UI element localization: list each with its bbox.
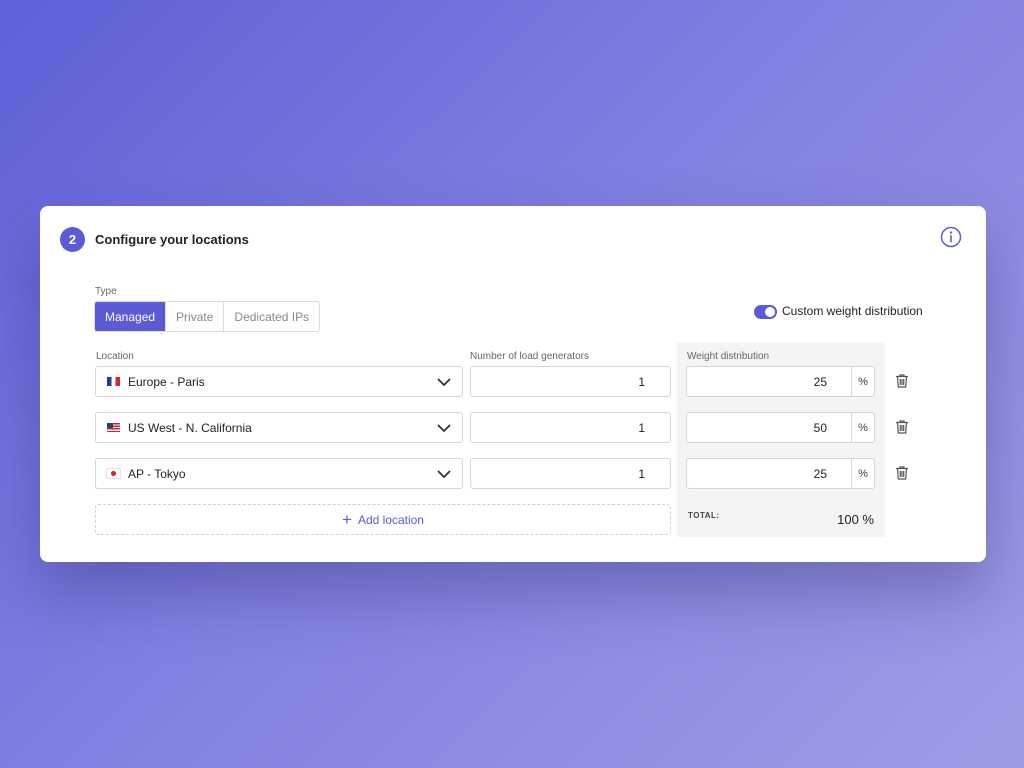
load-generators-column-label: Number of load generators (470, 351, 589, 362)
load-generators-input[interactable]: 1 (470, 366, 671, 397)
weight-unit: % (851, 458, 875, 489)
location-select[interactable]: AP - Tokyo (95, 458, 463, 489)
type-label: Type (95, 286, 117, 297)
location-select-value: Europe - Paris (128, 374, 205, 389)
total-label: TOTAL: (688, 511, 720, 520)
load-generators-input[interactable]: 1 (470, 458, 671, 489)
trash-icon[interactable] (894, 465, 910, 481)
usa-flag-icon (107, 423, 120, 432)
configure-locations-card: 2 Configure your locations Type Managed … (40, 206, 986, 562)
location-select-value: US West - N. California (128, 420, 252, 435)
type-segmented-control: Managed Private Dedicated IPs (94, 301, 321, 332)
weight-column-label: Weight distribution (687, 351, 770, 362)
weight-input[interactable]: 25 (686, 366, 852, 397)
chevron-down-icon (437, 424, 451, 433)
total-value: 100 % (837, 512, 874, 527)
type-option-private[interactable]: Private (166, 302, 225, 331)
add-location-button[interactable]: + Add location (95, 504, 671, 535)
info-icon[interactable] (940, 226, 962, 248)
load-generators-input[interactable]: 1 (470, 412, 671, 443)
step-number-badge: 2 (60, 227, 85, 252)
type-option-dedicated-ips[interactable]: Dedicated IPs (224, 302, 320, 331)
location-select[interactable]: US West - N. California (95, 412, 463, 443)
japan-flag-icon (106, 468, 121, 479)
france-flag-icon (107, 377, 120, 386)
trash-icon[interactable] (894, 373, 910, 389)
card-title: Configure your locations (95, 232, 249, 247)
location-column-label: Location (96, 351, 134, 362)
custom-weight-toggle[interactable] (754, 305, 777, 319)
weight-input[interactable]: 50 (686, 412, 852, 443)
chevron-down-icon (437, 470, 451, 479)
toggle-knob (765, 307, 775, 317)
custom-weight-label: Custom weight distribution (782, 304, 923, 318)
type-option-managed[interactable]: Managed (95, 302, 167, 331)
location-select[interactable]: Europe - Paris (95, 366, 463, 397)
chevron-down-icon (437, 378, 451, 387)
weight-input[interactable]: 25 (686, 458, 852, 489)
weight-unit: % (851, 366, 875, 397)
add-location-label: Add location (357, 512, 424, 527)
location-select-value: AP - Tokyo (128, 466, 186, 481)
plus-icon: + (342, 510, 352, 529)
weight-unit: % (851, 412, 875, 443)
trash-icon[interactable] (894, 419, 910, 435)
